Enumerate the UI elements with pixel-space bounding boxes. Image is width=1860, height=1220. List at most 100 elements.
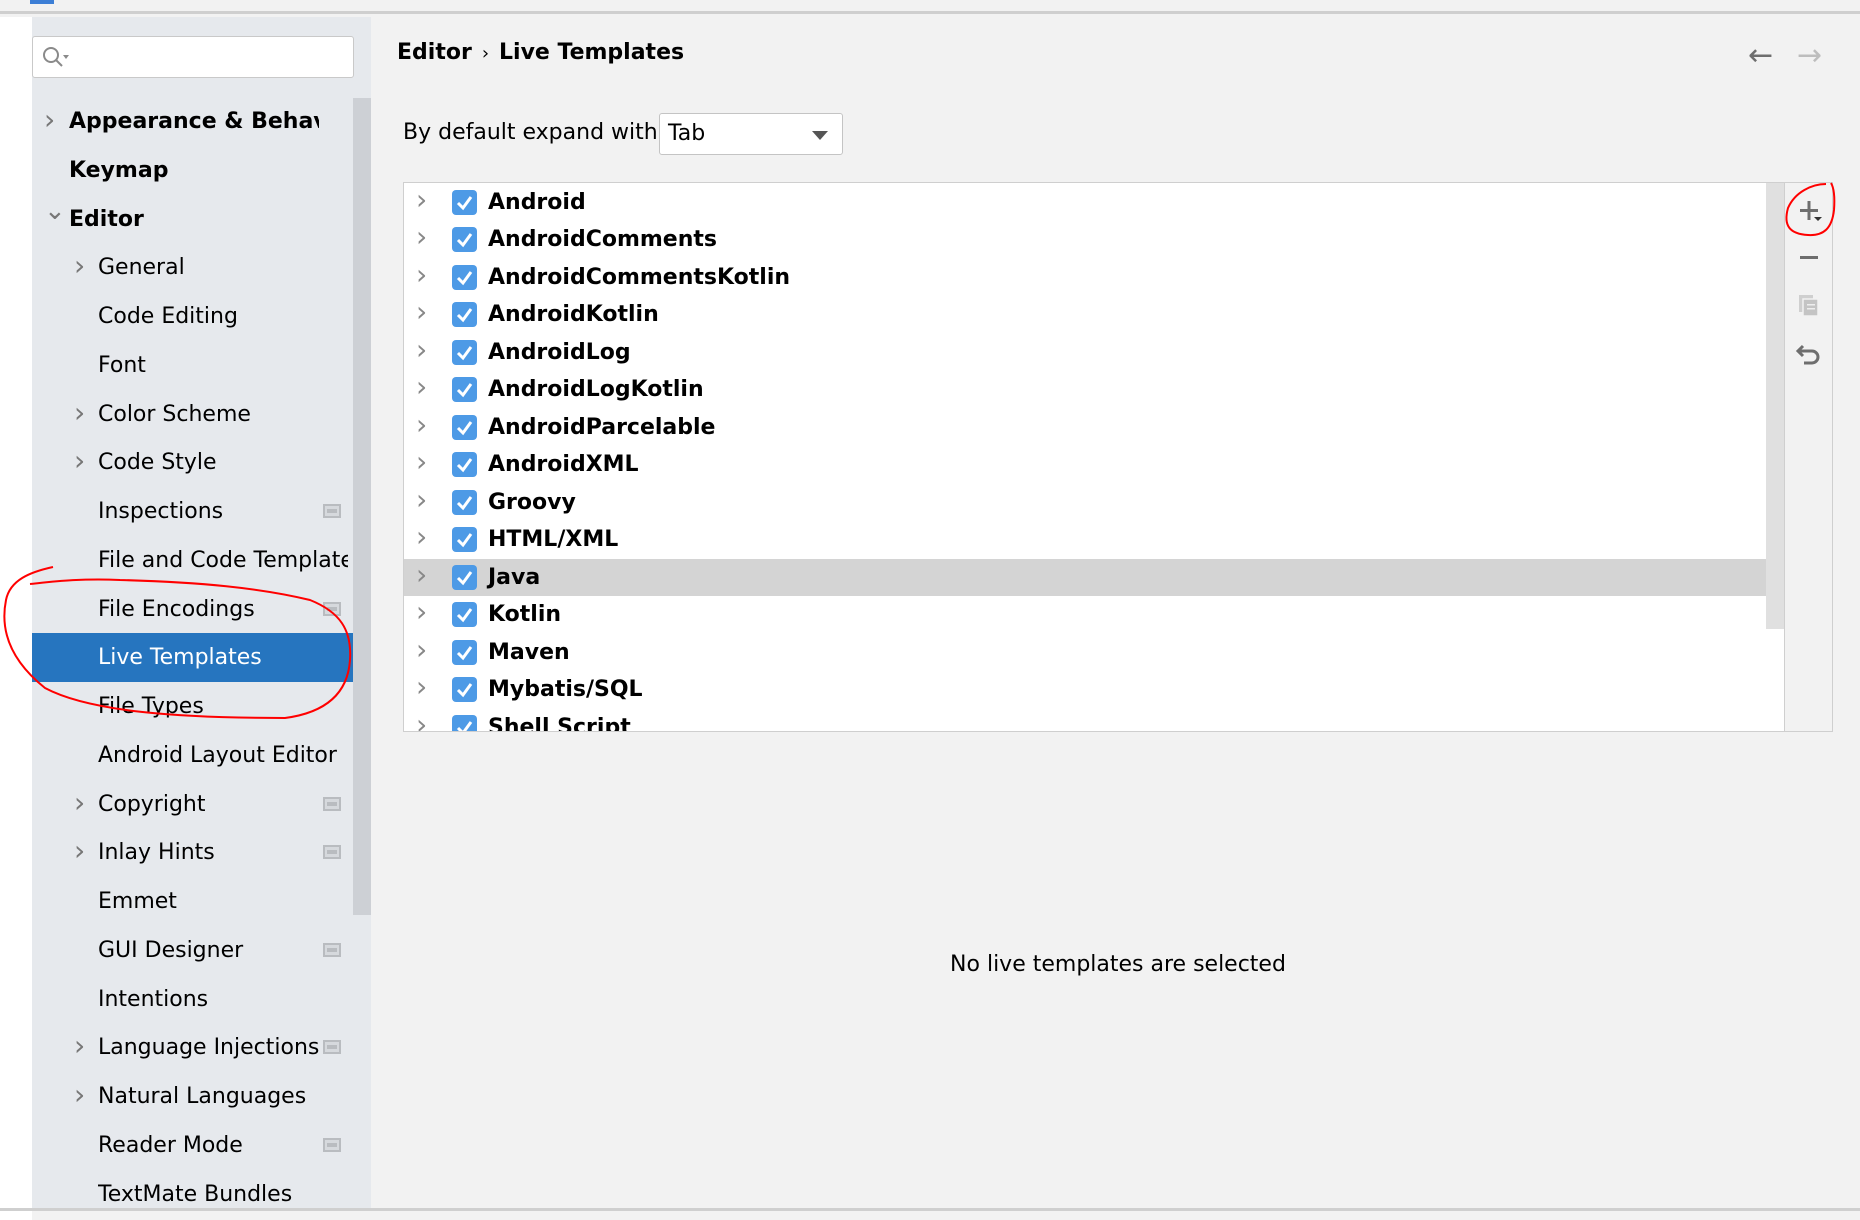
- template-group-row[interactable]: › AndroidLog: [404, 331, 1767, 372]
- template-group-row[interactable]: › Java: [404, 556, 1784, 597]
- group-checkbox[interactable]: [452, 527, 477, 553]
- settings-search-input[interactable]: [32, 36, 354, 78]
- template-group-row[interactable]: › HTML/XML: [404, 518, 1767, 559]
- template-group-row[interactable]: › AndroidParcelable: [404, 406, 1767, 447]
- window-title-bar: [0, 0, 1860, 14]
- sidebar-item-general[interactable]: › General: [32, 243, 371, 292]
- template-group-row[interactable]: › Android: [404, 183, 1767, 222]
- remove-icon[interactable]: [1793, 241, 1825, 273]
- chevron-right-icon[interactable]: ›: [416, 218, 427, 256]
- restore-icon[interactable]: [1793, 337, 1825, 369]
- sidebar-item-file-and-code-templates[interactable]: File and Code Templates: [32, 536, 371, 585]
- group-checkbox[interactable]: [452, 602, 477, 628]
- chevron-right-icon[interactable]: ›: [416, 668, 427, 706]
- template-group-row[interactable]: › Maven: [404, 631, 1767, 672]
- sidebar-item-appearance-behavior[interactable]: › Appearance & Behavior: [32, 97, 371, 146]
- group-checkbox[interactable]: [452, 190, 477, 215]
- group-checkbox[interactable]: [452, 414, 477, 440]
- chevron-right-icon[interactable]: ›: [74, 438, 85, 485]
- tree-scrollbar[interactable]: [1766, 183, 1784, 629]
- group-name: Java: [488, 564, 541, 590]
- sidebar-item-code-style[interactable]: › Code Style: [32, 438, 371, 487]
- chevron-right-icon[interactable]: ›: [416, 518, 427, 556]
- sidebar-item-file-encodings[interactable]: File Encodings: [32, 585, 371, 634]
- sidebar-item-reader-mode[interactable]: Reader Mode: [32, 1121, 371, 1170]
- checkmark-icon: [456, 570, 473, 586]
- group-name: AndroidKotlin: [488, 302, 659, 328]
- template-group-row[interactable]: › AndroidLogKotlin: [404, 368, 1767, 409]
- group-checkbox[interactable]: [452, 452, 477, 478]
- sidebar-item-editor[interactable]: ⌄ Editor: [32, 195, 371, 244]
- sidebar-item-natural-languages[interactable]: › Natural Languages: [32, 1072, 371, 1121]
- group-checkbox[interactable]: [452, 564, 477, 590]
- template-group-row[interactable]: › Shell Script: [404, 706, 1767, 731]
- group-checkbox[interactable]: [452, 677, 477, 703]
- expand-with-dropdown[interactable]: Tab: [659, 113, 843, 155]
- project-settings-icon: [323, 845, 341, 860]
- chevron-right-icon[interactable]: ›: [416, 256, 427, 294]
- template-group-row[interactable]: › AndroidCommentsKotlin: [404, 256, 1767, 297]
- sidebar-item-keymap[interactable]: Keymap: [32, 146, 371, 195]
- group-checkbox[interactable]: [452, 264, 477, 290]
- group-name: Android: [488, 190, 586, 215]
- template-group-row[interactable]: › AndroidComments: [404, 218, 1767, 259]
- chevron-right-icon[interactable]: ›: [416, 556, 427, 594]
- sidebar-item-language-injections[interactable]: › Language Injections: [32, 1023, 371, 1072]
- chevron-right-icon[interactable]: ›: [74, 780, 85, 827]
- sidebar-item-gui-designer[interactable]: GUI Designer: [32, 926, 371, 975]
- sidebar-item-android-layout-editor[interactable]: Android Layout Editor: [32, 731, 371, 780]
- group-name: Mybatis/SQL: [488, 677, 643, 703]
- chevron-right-icon[interactable]: ›: [74, 243, 85, 290]
- arrow-right-icon[interactable]: →: [1797, 38, 1822, 74]
- checkmark-icon: [456, 495, 473, 511]
- sidebar-item-live-templates[interactable]: Live Templates: [32, 633, 371, 683]
- group-checkbox[interactable]: [452, 339, 477, 365]
- template-group-row[interactable]: › Groovy: [404, 481, 1767, 522]
- chevron-right-icon[interactable]: ›: [416, 331, 427, 369]
- chevron-right-icon[interactable]: ›: [416, 631, 427, 669]
- group-checkbox[interactable]: [452, 639, 477, 665]
- chevron-right-icon[interactable]: ›: [416, 443, 427, 481]
- chevron-right-icon[interactable]: ›: [416, 406, 427, 444]
- group-checkbox[interactable]: [452, 489, 477, 515]
- sidebar-item-font[interactable]: Font: [32, 341, 371, 390]
- group-name: AndroidComments: [488, 227, 717, 253]
- group-checkbox[interactable]: [452, 377, 477, 403]
- breadcrumb-parent[interactable]: Editor: [397, 40, 472, 65]
- chevron-right-icon[interactable]: ›: [416, 368, 427, 406]
- sidebar-item-file-types[interactable]: File Types: [32, 682, 371, 731]
- chevron-right-icon[interactable]: ›: [74, 828, 85, 875]
- checkmark-icon: [456, 346, 473, 361]
- add-icon[interactable]: [1793, 195, 1825, 227]
- sidebar-item-copyright[interactable]: › Copyright: [32, 780, 371, 829]
- chevron-right-icon[interactable]: ›: [74, 390, 85, 437]
- group-checkbox[interactable]: [452, 714, 477, 731]
- chevron-right-icon[interactable]: ›: [74, 1072, 85, 1119]
- sidebar-item-label: Natural Languages: [98, 1084, 307, 1109]
- chevron-right-icon[interactable]: ›: [416, 593, 427, 631]
- chevron-right-icon[interactable]: ›: [416, 706, 427, 731]
- sidebar-scrollbar[interactable]: [353, 98, 371, 915]
- chevron-right-icon[interactable]: ›: [74, 1023, 85, 1070]
- template-group-row[interactable]: › AndroidKotlin: [404, 293, 1767, 334]
- sidebar-item-code-editing[interactable]: Code Editing: [32, 292, 371, 341]
- group-checkbox[interactable]: [452, 302, 477, 328]
- template-group-row[interactable]: › Kotlin: [404, 593, 1767, 634]
- chevron-down-icon[interactable]: ⌄: [44, 195, 66, 236]
- window-edge: [0, 17, 32, 1220]
- checkmark-icon: [456, 720, 473, 731]
- group-checkbox[interactable]: [452, 227, 477, 253]
- template-group-row[interactable]: › Mybatis/SQL: [404, 668, 1767, 709]
- sidebar-item-textmate-bundles[interactable]: TextMate Bundles: [32, 1170, 371, 1219]
- sidebar-item-intentions[interactable]: Intentions: [32, 975, 371, 1024]
- chevron-right-icon[interactable]: ›: [416, 293, 427, 331]
- sidebar-item-inlay-hints[interactable]: › Inlay Hints: [32, 828, 371, 877]
- sidebar-item-emmet[interactable]: Emmet: [32, 877, 371, 926]
- chevron-right-icon[interactable]: ›: [44, 97, 55, 144]
- chevron-right-icon[interactable]: ›: [416, 481, 427, 519]
- chevron-right-icon[interactable]: ›: [416, 183, 427, 219]
- sidebar-item-color-scheme[interactable]: › Color Scheme: [32, 390, 371, 439]
- template-group-row[interactable]: › AndroidXML: [404, 443, 1767, 484]
- arrow-left-icon[interactable]: ←: [1748, 38, 1773, 74]
- sidebar-item-inspections[interactable]: Inspections: [32, 487, 371, 536]
